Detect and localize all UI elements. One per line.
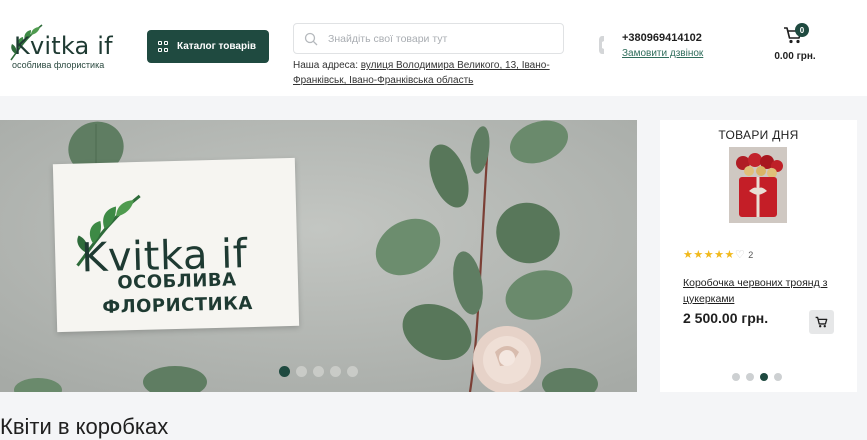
deals-of-the-day: ТОВАРИ ДНЯ ★★★★★♡ 2 Коробочка червоних тр…	[660, 120, 857, 392]
hero-slider-dots	[279, 366, 364, 377]
brand-card: Kvitka if ОСОБЛИВА ФЛОРИСТИКА	[52, 157, 300, 333]
search-icon	[304, 32, 318, 45]
logo-tagline: особлива флористика	[12, 60, 105, 70]
hero-banner[interactable]: Kvitka if ОСОБЛИВА ФЛОРИСТИКА	[0, 120, 637, 392]
deals-slider-dots	[732, 373, 788, 381]
star-icon: ★	[724, 249, 735, 261]
store-address: Наша адреса: вулиця Володимира Великого,…	[293, 58, 568, 88]
slider-dot[interactable]	[760, 373, 768, 381]
search-box[interactable]	[293, 23, 564, 54]
slider-dot[interactable]	[279, 366, 290, 377]
add-to-cart-button[interactable]	[809, 310, 834, 334]
cart-count-badge: 0	[795, 23, 809, 37]
product-name-link[interactable]: Коробочка червоних троянд з цукерками	[683, 275, 833, 307]
logo[interactable]: Kvitka if особлива флористика	[8, 22, 120, 72]
product-rating: ★★★★★♡ 2	[683, 248, 754, 261]
star-icon: ★	[703, 249, 715, 261]
catalog-button[interactable]: Каталог товарів	[147, 30, 269, 63]
review-count: 2	[748, 250, 754, 260]
star-icon: ★	[693, 249, 704, 261]
cart-icon	[815, 316, 828, 328]
phone-icon	[599, 36, 604, 54]
search-input[interactable]	[328, 32, 548, 45]
site-header: Kvitka if особлива флористика Каталог то…	[0, 0, 867, 96]
slider-dot[interactable]	[732, 373, 740, 381]
catalog-button-label: Каталог товарів	[177, 41, 257, 52]
product-price: 2 500.00 грн.	[683, 310, 769, 326]
request-call-link[interactable]: Замовити дзвінок	[622, 48, 703, 59]
grid-icon	[158, 41, 169, 52]
slider-dot[interactable]	[774, 373, 782, 381]
phone-number[interactable]: +380969414102	[622, 32, 702, 44]
logo-text: Kvitka if	[14, 32, 113, 60]
address-label: Наша адреса:	[293, 60, 359, 71]
product-image[interactable]	[729, 147, 787, 223]
slider-dot[interactable]	[347, 366, 358, 377]
cart-total: 0.00 грн.	[774, 51, 816, 62]
heart-outline-icon[interactable]: ♡	[735, 249, 745, 261]
slider-dot[interactable]	[313, 366, 324, 377]
cart-widget[interactable]: 0 0.00 грн.	[765, 18, 825, 72]
section-title: Квіти в коробках	[0, 414, 169, 439]
product-photo	[729, 147, 787, 223]
deals-title: ТОВАРИ ДНЯ	[718, 128, 799, 142]
slider-dot[interactable]	[746, 373, 754, 381]
star-icon: ★	[683, 249, 694, 261]
banner-subtitle-line2: ФЛОРИСТИКА	[102, 293, 254, 318]
slider-dot[interactable]	[330, 366, 341, 377]
star-icon: ★	[714, 249, 725, 261]
slider-dot[interactable]	[296, 366, 307, 377]
